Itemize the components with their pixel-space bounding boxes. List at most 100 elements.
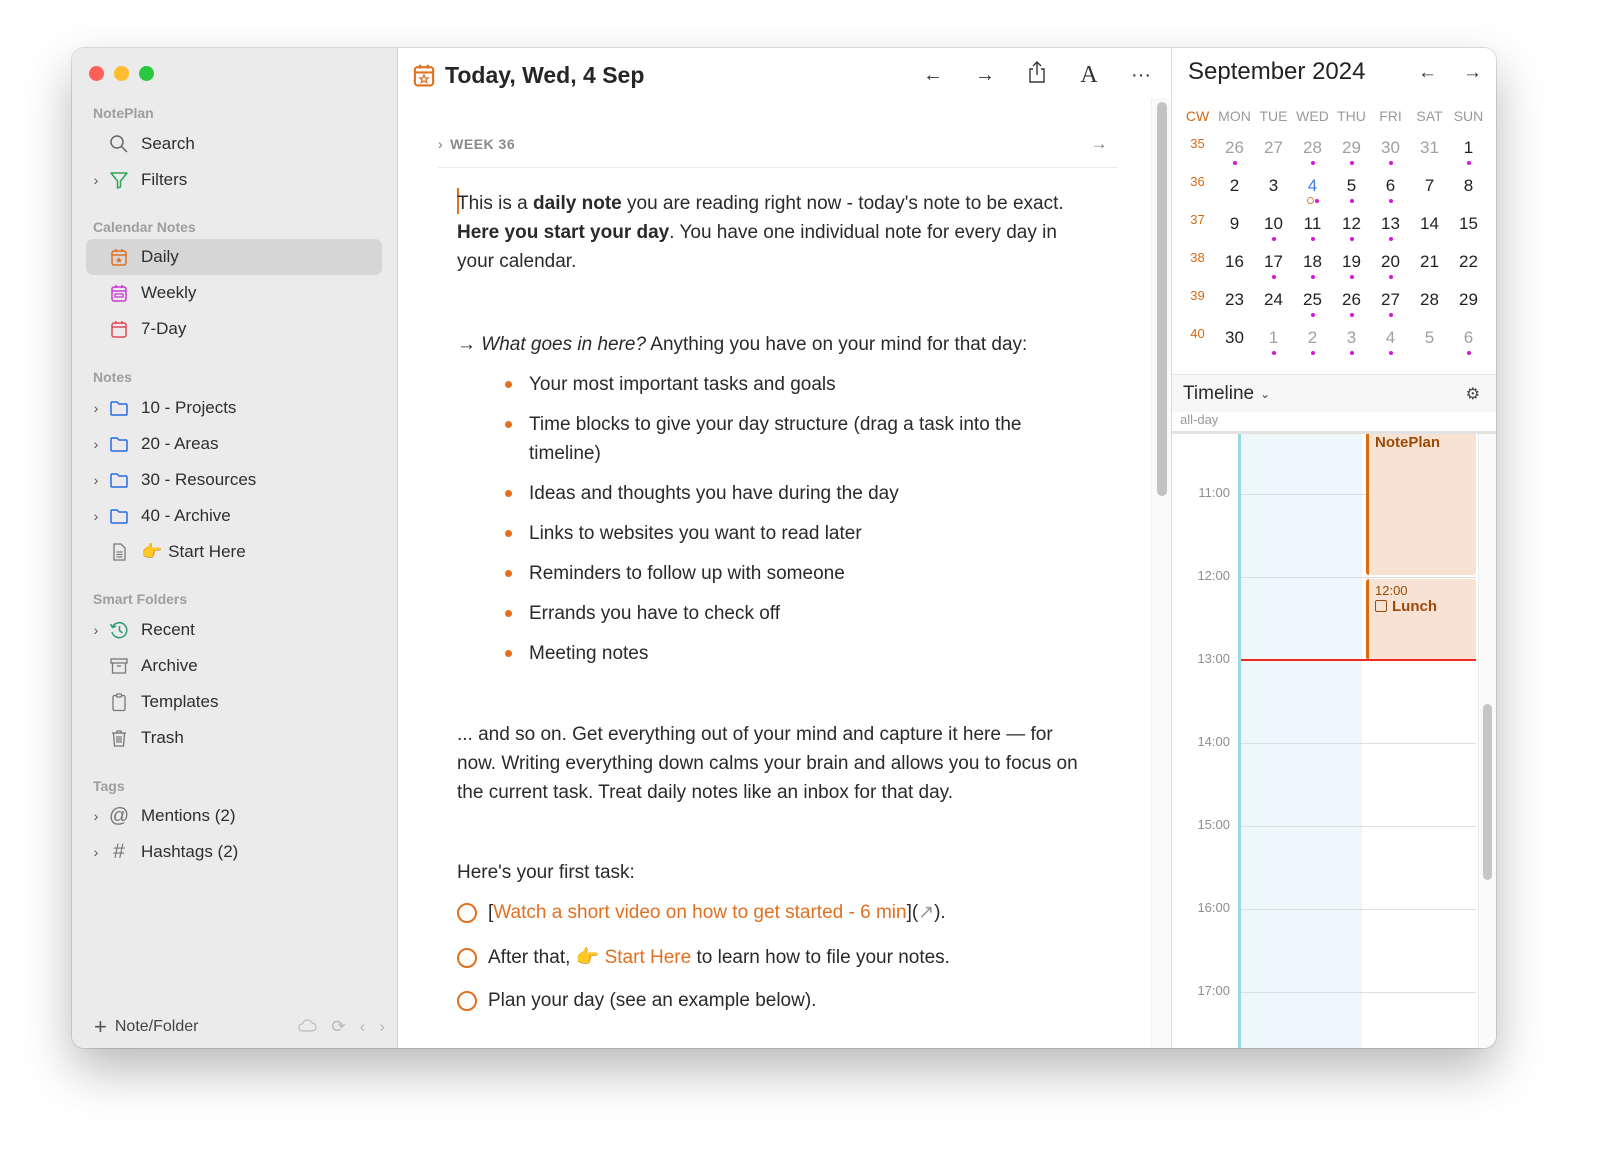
back-icon[interactable]: ‹ — [360, 1017, 366, 1037]
sidebar-item-folder-areas[interactable]: › 20 - Areas — [86, 426, 382, 462]
calendar-day[interactable]: 9 — [1215, 206, 1254, 244]
calendar-day[interactable]: 7 — [1410, 168, 1449, 206]
calendar-day[interactable]: 16 — [1215, 244, 1254, 282]
sync-icon[interactable]: ⟳ — [331, 1017, 345, 1037]
sidebar-item-hashtags[interactable]: › # Hashtags (2) — [86, 834, 382, 870]
chevron-right-icon[interactable]: › — [86, 622, 106, 638]
calendar-day[interactable]: 1 — [1449, 130, 1488, 168]
sidebar-item-filters[interactable]: › Filters — [86, 162, 382, 198]
calendar-day[interactable]: 19 — [1332, 244, 1371, 282]
calendar-day[interactable]: 29 — [1332, 130, 1371, 168]
video-link[interactable]: Watch a short video on how to get starte… — [493, 902, 906, 923]
calendar-day[interactable]: 26 — [1332, 282, 1371, 320]
share-icon[interactable] — [1025, 60, 1049, 90]
sidebar-item-folder-archive[interactable]: › 40 - Archive — [86, 498, 382, 534]
calendar-day[interactable]: 25 — [1293, 282, 1332, 320]
chevron-right-icon[interactable]: › — [438, 136, 443, 152]
calendar-day[interactable]: 31 — [1410, 130, 1449, 168]
font-icon[interactable]: A — [1077, 62, 1101, 89]
week-label[interactable]: WEEK 36 — [450, 136, 515, 152]
start-here-link[interactable]: Start Here — [599, 947, 692, 968]
chevron-right-icon[interactable]: › — [86, 508, 106, 524]
next-month-icon[interactable]: → — [1463, 62, 1482, 84]
more-options-icon[interactable]: ··· — [1129, 64, 1153, 87]
calendar-week-number[interactable]: 40 — [1180, 320, 1215, 358]
calendar-day[interactable]: 18 — [1293, 244, 1332, 282]
event-checkbox[interactable] — [1375, 600, 1387, 612]
sidebar-item-mentions[interactable]: › @ Mentions (2) — [86, 798, 382, 834]
calendar-day[interactable]: 28 — [1293, 130, 1332, 168]
calendar-day[interactable]: 1 — [1254, 320, 1293, 358]
calendar-week-number[interactable]: 36 — [1180, 168, 1215, 206]
calendar-day[interactable]: 14 — [1410, 206, 1449, 244]
chevron-right-icon[interactable]: › — [86, 472, 106, 488]
calendar-day-today[interactable]: 4 — [1293, 168, 1332, 206]
calendar-day[interactable]: 29 — [1449, 282, 1488, 320]
chevron-right-icon[interactable]: › — [86, 844, 106, 860]
gear-icon[interactable]: ⚙ — [1466, 384, 1480, 404]
minimize-window-button[interactable] — [114, 66, 129, 81]
task-checkbox[interactable] — [457, 990, 477, 1011]
calendar-day[interactable]: 2 — [1215, 168, 1254, 206]
chevron-right-icon[interactable]: › — [86, 400, 106, 416]
sidebar-item-folder-resources[interactable]: › 30 - Resources — [86, 462, 382, 498]
sidebar-item-recent[interactable]: › Recent — [86, 612, 382, 648]
calendar-week-number[interactable]: 37 — [1180, 206, 1215, 244]
calendar-day[interactable]: 13 — [1371, 206, 1410, 244]
calendar-day[interactable]: 11 — [1293, 206, 1332, 244]
calendar-day[interactable]: 5 — [1410, 320, 1449, 358]
zoom-window-button[interactable] — [139, 66, 154, 81]
calendar-day[interactable]: 26 — [1215, 130, 1254, 168]
calendar-day[interactable]: 23 — [1215, 282, 1254, 320]
editor-scrollbar-thumb[interactable] — [1157, 102, 1167, 496]
sidebar-item-7-day[interactable]: 7-Day — [86, 311, 382, 347]
calendar-day[interactable]: 30 — [1215, 320, 1254, 358]
calendar-day[interactable]: 27 — [1371, 282, 1410, 320]
calendar-day[interactable]: 10 — [1254, 206, 1293, 244]
calendar-day[interactable]: 21 — [1410, 244, 1449, 282]
calendar-day[interactable]: 3 — [1332, 320, 1371, 358]
sidebar-item-archive[interactable]: Archive — [86, 648, 382, 684]
close-window-button[interactable] — [89, 66, 104, 81]
calendar-week-number[interactable]: 35 — [1180, 130, 1215, 168]
calendar-day[interactable]: 20 — [1371, 244, 1410, 282]
calendar-day[interactable]: 24 — [1254, 282, 1293, 320]
previous-month-icon[interactable]: ← — [1418, 62, 1437, 84]
calendar-day[interactable]: 22 — [1449, 244, 1488, 282]
forward-icon[interactable]: › — [379, 1017, 385, 1037]
calendar-day[interactable]: 6 — [1449, 320, 1488, 358]
week-link-row[interactable]: › WEEK 36 → — [438, 120, 1118, 168]
sidebar-item-start-here[interactable]: 👉 Start Here — [86, 534, 382, 570]
timeline-event[interactable]: 12:00 Lunch — [1366, 579, 1476, 660]
sidebar-item-daily[interactable]: Daily — [86, 239, 382, 275]
calendar-day[interactable]: 6 — [1371, 168, 1410, 206]
chevron-right-icon[interactable]: › — [86, 172, 106, 188]
calendar-week-number[interactable]: 39 — [1180, 282, 1215, 320]
calendar-day[interactable]: 5 — [1332, 168, 1371, 206]
calendar-week-number[interactable]: 38 — [1180, 244, 1215, 282]
sidebar-item-search[interactable]: Search — [86, 126, 382, 162]
new-note-folder-button[interactable]: Note/Folder — [115, 1018, 199, 1036]
calendar-day[interactable]: 2 — [1293, 320, 1332, 358]
timeline-event[interactable]: NotePlan — [1366, 434, 1476, 575]
sidebar-item-weekly[interactable]: Weekly — [86, 275, 382, 311]
calendar-day[interactable]: 17 — [1254, 244, 1293, 282]
forward-arrow-icon[interactable]: → — [973, 64, 997, 87]
calendar-day[interactable]: 15 — [1449, 206, 1488, 244]
calendar-day[interactable]: 8 — [1449, 168, 1488, 206]
timeline-scrollbar-thumb[interactable] — [1483, 704, 1492, 880]
chevron-right-icon[interactable]: › — [86, 436, 106, 452]
sidebar-item-folder-projects[interactable]: › 10 - Projects — [86, 390, 382, 426]
chevron-down-icon[interactable]: ⌄ — [1260, 387, 1270, 401]
cloud-icon[interactable] — [297, 1017, 317, 1037]
plus-icon[interactable]: + — [94, 1016, 107, 1038]
calendar-day[interactable]: 12 — [1332, 206, 1371, 244]
timeline-dropdown[interactable]: Timeline — [1183, 383, 1254, 405]
chevron-right-icon[interactable]: › — [86, 808, 106, 824]
calendar-day[interactable]: 3 — [1254, 168, 1293, 206]
calendar-day[interactable]: 30 — [1371, 130, 1410, 168]
back-arrow-icon[interactable]: ← — [921, 64, 945, 87]
external-link-icon[interactable]: ↗ — [918, 902, 934, 923]
task-checkbox[interactable] — [457, 902, 477, 923]
sidebar-item-templates[interactable]: Templates — [86, 684, 382, 720]
